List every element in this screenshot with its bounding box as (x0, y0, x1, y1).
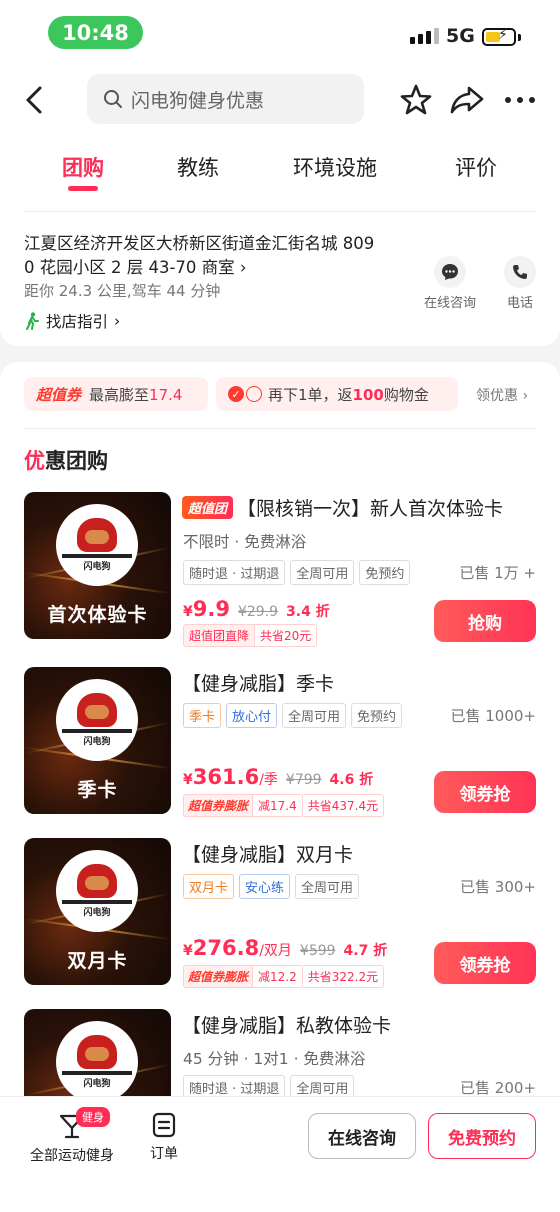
tab-facilities[interactable]: 环境设施 (293, 152, 377, 182)
chevron-right-icon: › (114, 312, 121, 330)
coupon-buy-button[interactable]: 领券抢 (434, 771, 536, 813)
share-icon[interactable] (449, 82, 485, 118)
brand-logo: 闪电狗 (56, 1021, 138, 1103)
brand-logo: 闪电狗 (56, 850, 138, 932)
coupon-promo[interactable]: 超值券 最高膨至17.4 (24, 377, 208, 411)
promo-row: 超值券 最高膨至17.4 ✓ 再下1单，返100购物金 领优惠 › (24, 377, 536, 413)
address-line-1[interactable]: 江夏区经济开发区大桥新区街道金汇街名城 809 (24, 230, 374, 254)
section-title: 优惠团购 (24, 449, 108, 473)
search-icon (104, 90, 122, 108)
battery-icon: ⚡ (482, 27, 516, 46)
deals-section: 超值券 最高膨至17.4 ✓ 再下1单，返100购物金 领优惠 › 优惠团购 闪… (0, 362, 560, 1122)
check-badge-icon: ✓ (228, 386, 262, 402)
sold-count: 已售 1000+ (450, 707, 536, 725)
deal-item[interactable]: 闪电狗 季卡 【健身减脂】季卡 季卡 放心付 全周可用 免预约 已售 1000+… (0, 667, 560, 827)
sold-count: 已售 300+ (460, 878, 536, 896)
deal-item[interactable]: 闪电狗 双月卡 【健身减脂】双月卡 双月卡 安心练 全周可用 已售 300+ ¥… (0, 838, 560, 998)
deal-title: 【健身减脂】季卡 (182, 673, 335, 695)
phone-icon (504, 256, 536, 288)
price-row: ¥361.6/季 ¥799 4.6 折 (183, 765, 374, 789)
bottom-action-bar: 全部运动健身 健身 订单 在线咨询 免费预约 (0, 1096, 560, 1212)
savings-row: 超值券膨胀 减17.4 共省437.4元 (183, 794, 385, 817)
more-icon[interactable] (502, 82, 538, 118)
brand-logo: 闪电狗 (56, 679, 138, 761)
tab-reviews[interactable]: 评价 (455, 152, 497, 182)
deal-tags: 季卡 放心付 全周可用 免预约 (183, 703, 403, 728)
cashback-promo[interactable]: ✓ 再下1单，返100购物金 (216, 377, 458, 411)
address-card: 江夏区经济开发区大桥新区街道金汇街名城 809 0 花园小区 2 层 43-70… (0, 212, 560, 346)
back-arrow-icon[interactable] (22, 84, 48, 116)
deal-title: 【健身减脂】双月卡 (182, 844, 354, 866)
status-time: 10:48 (48, 16, 143, 49)
savings-row: 超值券膨胀 减12.2 共省322.2元 (183, 965, 385, 988)
distance-text: 距你 24.3 公里,驾车 44 分钟 (24, 282, 221, 300)
get-coupon-link[interactable]: 领优惠 › (476, 385, 528, 405)
search-placeholder: 闪电狗健身优惠 (131, 89, 265, 112)
deal-thumbnail: 闪电狗 双月卡 (24, 838, 171, 985)
address-line-2[interactable]: 0 花园小区 2 层 43-70 商室 › (24, 254, 247, 278)
online-consult-action[interactable]: 在线咨询 (420, 256, 480, 311)
signal-icon (410, 28, 439, 44)
sold-count: 已售 200+ (460, 1079, 536, 1097)
tab-bar: 团购 教练 环境设施 评价 (0, 142, 560, 212)
brand-logo: 闪电狗 (56, 504, 138, 586)
store-guide-link[interactable]: 找店指引 › (24, 310, 120, 332)
deal-item[interactable]: 闪电狗 首次体验卡 超值团 【限核销一次】新人首次体验卡 不限时 · 免费淋浴 … (0, 492, 560, 652)
fitness-badge: 健身 (76, 1107, 110, 1127)
deal-tags: 双月卡 安心练 全周可用 (183, 874, 360, 899)
chevron-right-icon: › (239, 258, 247, 277)
chat-icon (434, 256, 466, 288)
network-label: 5G (446, 25, 475, 47)
price-row: ¥276.8/双月 ¥599 4.7 折 (183, 936, 388, 960)
deal-title: 【健身减脂】私教体验卡 (182, 1015, 392, 1037)
buy-button[interactable]: 抢购 (434, 600, 536, 642)
tab-coach[interactable]: 教练 (177, 152, 219, 182)
deal-thumbnail: 闪电狗 季卡 (24, 667, 171, 814)
phone-action[interactable]: 电话 (490, 256, 550, 311)
status-bar: 10:48 5G ⚡ (0, 0, 560, 62)
walking-icon (26, 312, 39, 330)
top-bar: 闪电狗健身优惠 (0, 62, 560, 142)
online-consult-button[interactable]: 在线咨询 (308, 1113, 416, 1159)
free-booking-button[interactable]: 免费预约 (428, 1113, 536, 1159)
sold-count: 已售 1万 + (459, 564, 536, 582)
deal-thumbnail: 闪电狗 首次体验卡 (24, 492, 171, 639)
savings-row: 超值团直降 共省20元 (183, 624, 318, 647)
super-deal-badge: 超值团 (182, 496, 234, 519)
tab-groupbuy[interactable]: 团购 (62, 152, 104, 182)
star-icon[interactable] (398, 82, 434, 118)
tab-active-indicator (68, 186, 98, 191)
order-icon (152, 1112, 176, 1138)
price-row: ¥9.9 ¥29.9 3.4 折 (183, 597, 330, 621)
coupon-buy-button[interactable]: 领券抢 (434, 942, 536, 984)
deal-tags: 随时退 · 过期退 全周可用 免预约 (183, 560, 411, 585)
orders-nav[interactable]: 订单 (146, 1111, 182, 1163)
search-input[interactable]: 闪电狗健身优惠 (87, 74, 364, 124)
deal-title: 超值团 【限核销一次】新人首次体验卡 (182, 494, 503, 521)
deal-subtitle: 不限时 · 免费淋浴 (183, 533, 307, 551)
deal-subtitle: 45 分钟 · 1对1 · 免费淋浴 (183, 1050, 366, 1068)
